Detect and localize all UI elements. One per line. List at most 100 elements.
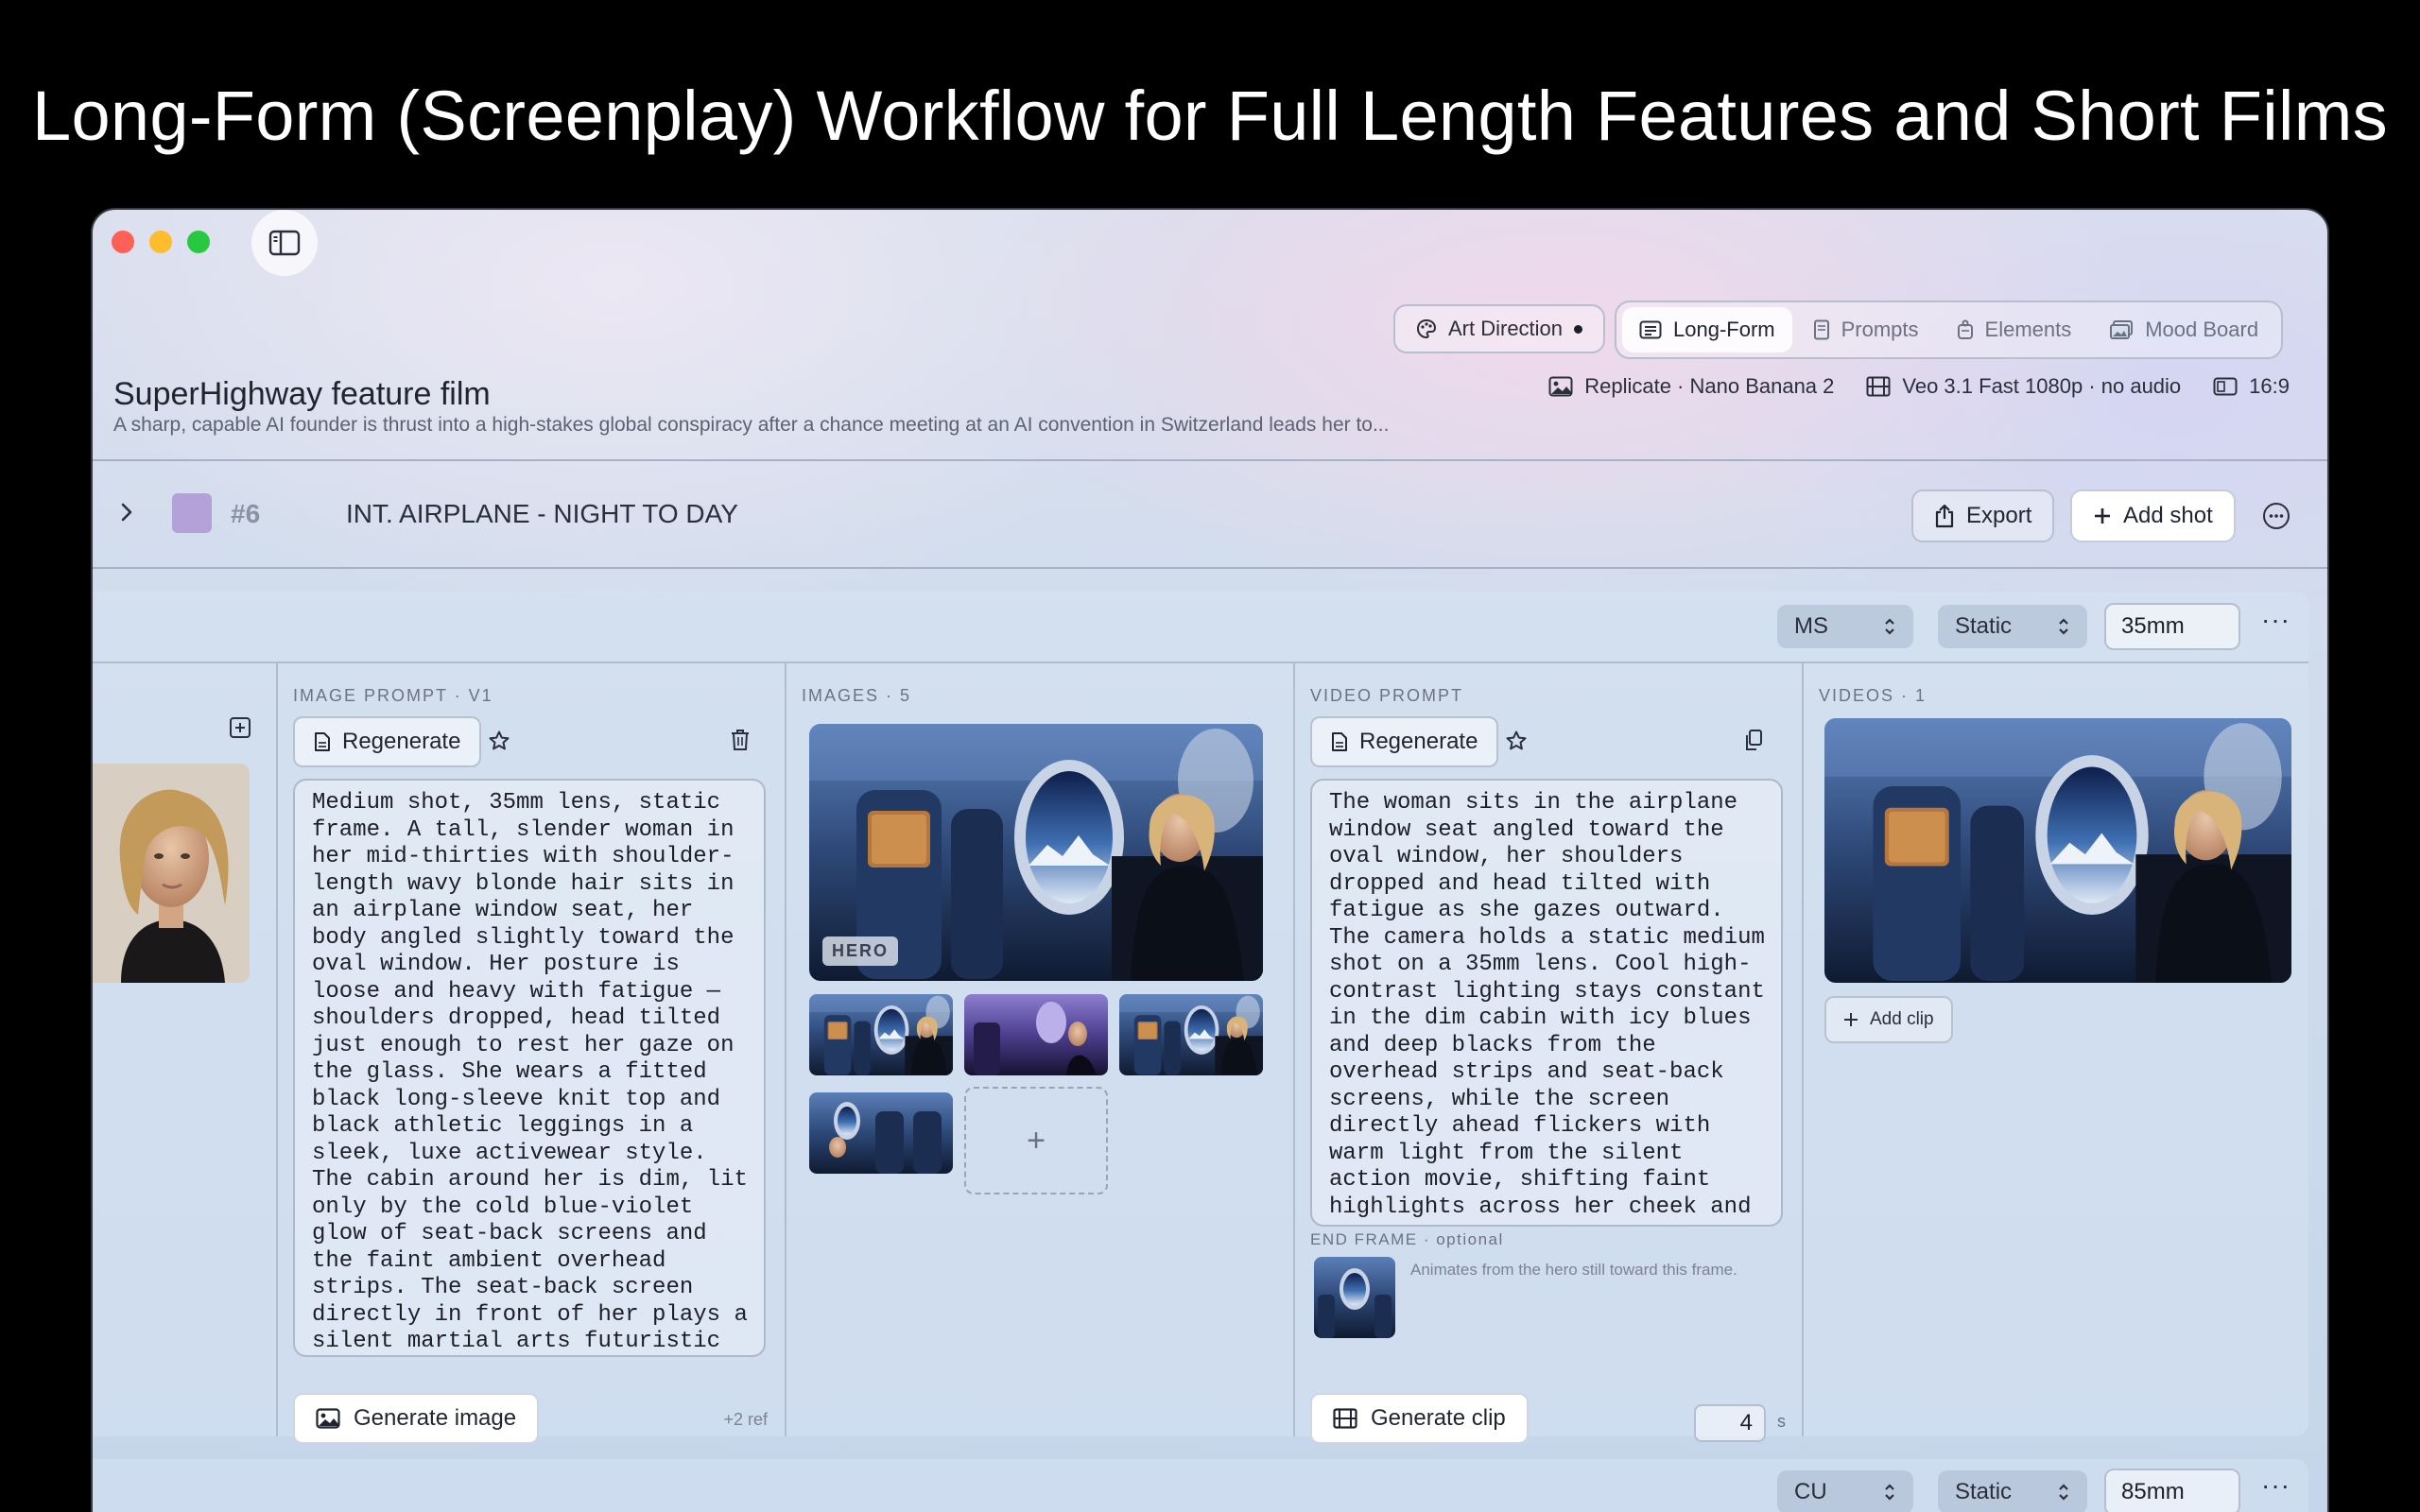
shot-size-select[interactable]: CU: [1777, 1470, 1913, 1512]
add-clip-button[interactable]: Add clip: [1824, 996, 1953, 1043]
reference-count: +2 ref: [723, 1410, 768, 1429]
document-icon: [315, 732, 330, 751]
model-settings: Replicate · Nano Banana 2 Veo 3.1 Fast 1…: [1548, 374, 2290, 399]
image-icon: [1548, 376, 1573, 397]
art-direction-indicator: [1574, 324, 1583, 334]
regenerate-image-prompt-button[interactable]: Regenerate: [293, 716, 482, 767]
add-image-button[interactable]: +: [964, 1087, 1108, 1194]
scene-header: #6 INT. AIRPLANE - NIGHT TO DAY Export A…: [93, 461, 2327, 567]
end-frame-heading: END FRAME · optional: [1310, 1230, 1504, 1248]
shot-size-value: CU: [1794, 1479, 1827, 1504]
aspect-ratio-icon: [2213, 377, 2238, 396]
hero-badge: HERO: [822, 936, 899, 966]
chevron-right-icon[interactable]: [119, 499, 134, 525]
regenerate-label: Regenerate: [342, 729, 461, 754]
hero-image[interactable]: HERO: [809, 724, 1263, 981]
image-model-label: Replicate · Nano Banana 2: [1584, 374, 1835, 398]
lens-input[interactable]: 85mm: [2104, 1469, 2240, 1512]
sidebar-toggle-button[interactable]: [251, 210, 318, 276]
art-direction-label: Art Direction: [1448, 317, 1564, 340]
tab-elements[interactable]: Elements: [1940, 307, 2089, 352]
aspect-ratio[interactable]: 16:9: [2213, 374, 2290, 399]
ellipsis-icon: [2269, 514, 2284, 518]
share-icon: [1935, 504, 1954, 528]
scene-color-swatch[interactable]: [172, 493, 212, 533]
scene-divider: [93, 567, 2327, 569]
shot-more-icon[interactable]: ···: [2261, 605, 2290, 635]
shot-more-icon[interactable]: ···: [2261, 1470, 2290, 1501]
page-headline: Long-Form (Screenplay) Workflow for Full…: [32, 77, 2388, 155]
clip-duration-input[interactable]: 4: [1694, 1404, 1766, 1442]
tab-elements-label: Elements: [1984, 318, 2072, 341]
export-button[interactable]: Export: [1911, 490, 2055, 542]
end-frame-note: Animates from the hero still toward this…: [1410, 1261, 1737, 1279]
document-icon: [1639, 320, 1662, 339]
window-controls: [112, 231, 210, 253]
close-window-button[interactable]: [112, 231, 134, 253]
shot-size-value: MS: [1794, 613, 1828, 639]
image-icon: [316, 1408, 340, 1429]
video-prompt-textarea[interactable]: The woman sits in the airplane window se…: [1310, 779, 1783, 1227]
sidebar-icon: [268, 230, 301, 256]
video-prompt-heading: VIDEO PROMPT: [1310, 686, 1464, 705]
image-model[interactable]: Replicate · Nano Banana 2: [1548, 374, 1834, 399]
generate-image-button[interactable]: Generate image: [293, 1393, 540, 1444]
scene-more-button[interactable]: [2263, 503, 2290, 529]
image-thumbnail[interactable]: [809, 994, 953, 1075]
palette-icon: [1416, 318, 1437, 339]
shot-size-select[interactable]: MS: [1777, 605, 1913, 648]
shot-card: MS Static 35mm ··· IMAGE PROMPT · V1 Reg…: [93, 592, 2308, 1444]
tab-mood-board[interactable]: Mood Board: [2092, 307, 2275, 352]
image-prompt-heading: IMAGE PROMPT · V1: [293, 686, 493, 705]
tab-long-form-label: Long-Form: [1673, 318, 1775, 341]
image-thumbnail[interactable]: [809, 1092, 953, 1174]
generate-clip-button[interactable]: Generate clip: [1310, 1393, 1529, 1444]
scene-title[interactable]: INT. AIRPLANE - NIGHT TO DAY: [346, 499, 738, 529]
trash-icon[interactable]: [730, 728, 751, 752]
images-heading: IMAGES · 5: [802, 686, 912, 705]
plus-icon: [2095, 508, 2110, 524]
tab-mood-board-label: Mood Board: [2145, 318, 2259, 341]
add-shot-button[interactable]: Add shot: [2070, 490, 2236, 542]
add-reference-icon[interactable]: [229, 716, 251, 739]
camera-movement-select[interactable]: Static: [1938, 1470, 2087, 1512]
updown-chevron-icon: [2059, 618, 2068, 635]
videos-column: VIDEOS · 1 Add clip: [1804, 663, 2308, 1436]
art-direction-button[interactable]: Art Direction: [1393, 304, 1606, 353]
character-reference-image[interactable]: [93, 764, 250, 983]
minimize-window-button[interactable]: [149, 231, 172, 253]
image-prompt-textarea[interactable]: Medium shot, 35mm lens, static frame. A …: [293, 779, 766, 1357]
regenerate-label: Regenerate: [1359, 729, 1478, 754]
lens-input[interactable]: 35mm: [2104, 603, 2240, 650]
images-column: IMAGES · 5 HERO +: [786, 663, 1295, 1436]
video-clip-thumbnail[interactable]: [1824, 718, 2291, 983]
duration-unit: s: [1777, 1412, 1786, 1431]
star-icon[interactable]: [488, 730, 510, 752]
updown-chevron-icon: [2059, 1484, 2068, 1501]
plus-icon: [1844, 1013, 1858, 1026]
project-title: SuperHighway feature film: [113, 376, 491, 412]
generate-image-label: Generate image: [354, 1405, 517, 1431]
aspect-ratio-label: 16:9: [2249, 374, 2290, 398]
photo-stack-icon: [2110, 320, 2134, 339]
copy-icon[interactable]: [1743, 728, 1764, 752]
image-thumbnail[interactable]: [1119, 994, 1263, 1075]
tab-long-form[interactable]: Long-Form: [1622, 307, 1792, 352]
video-model[interactable]: Veo 3.1 Fast 1080p · no audio: [1866, 374, 2181, 399]
add-clip-label: Add clip: [1870, 1009, 1934, 1029]
camera-movement-value: Static: [1955, 1479, 2013, 1504]
shot-toolbar: MS Static 35mm ···: [93, 592, 2308, 663]
tab-prompts-label: Prompts: [1841, 318, 1919, 341]
image-thumbnail[interactable]: [964, 994, 1108, 1075]
film-icon: [1333, 1408, 1357, 1429]
regenerate-video-prompt-button[interactable]: Regenerate: [1310, 716, 1499, 767]
star-icon[interactable]: [1505, 730, 1528, 752]
page-icon: [1813, 319, 1829, 340]
camera-movement-select[interactable]: Static: [1938, 605, 2087, 648]
end-frame-image[interactable]: [1314, 1257, 1395, 1338]
export-label: Export: [1966, 503, 2032, 528]
zoom-window-button[interactable]: [187, 231, 210, 253]
add-shot-label: Add shot: [2123, 503, 2213, 528]
tab-prompts[interactable]: Prompts: [1796, 307, 1936, 352]
video-prompt-column: VIDEO PROMPT Regenerate The woman sits i…: [1295, 663, 1804, 1444]
